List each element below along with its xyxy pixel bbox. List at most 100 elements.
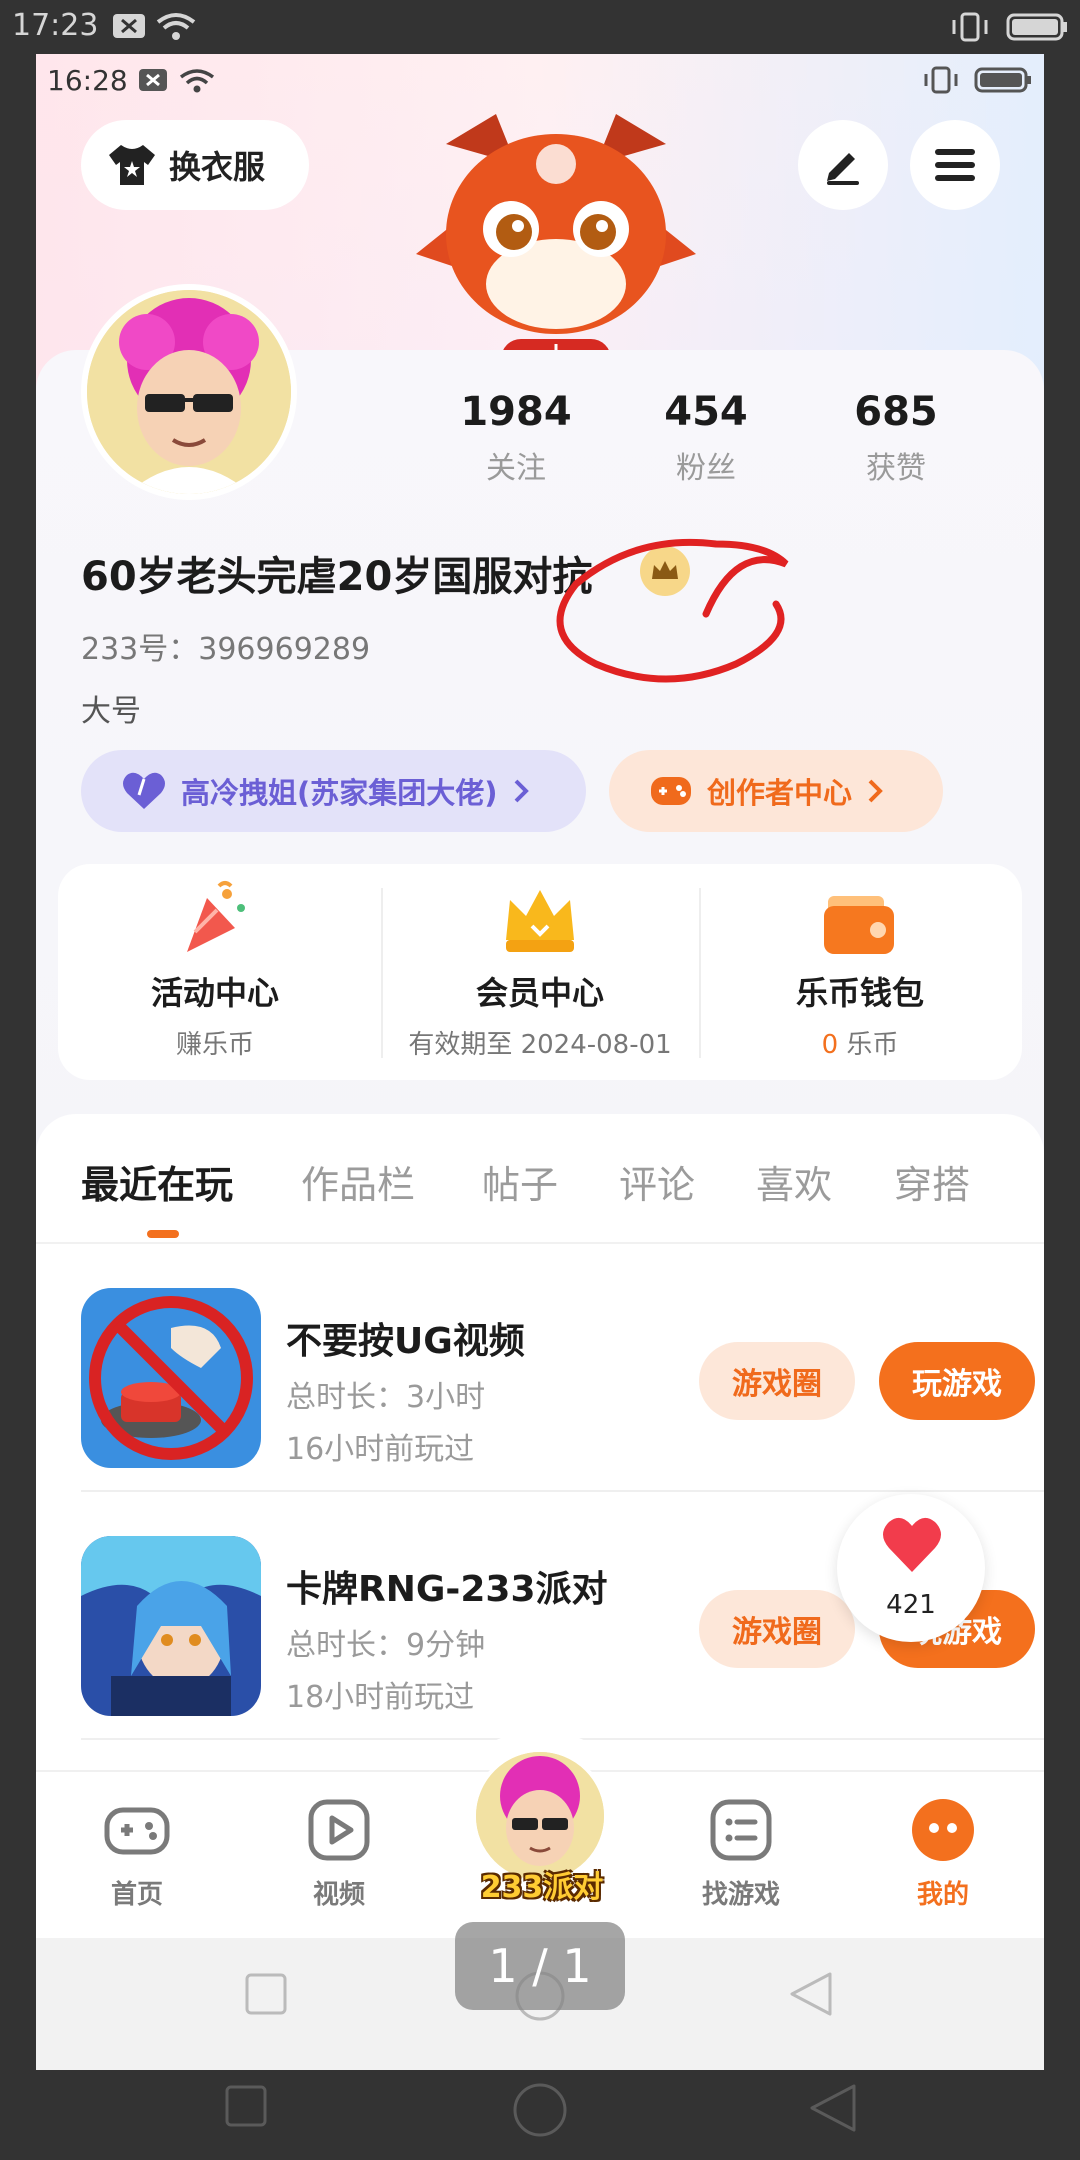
profile-uid: 233号：396969289 (81, 632, 371, 667)
nav-find-game-label: 找游戏 (701, 1880, 780, 1910)
nav-find-game[interactable]: 找游戏 (676, 1796, 806, 1911)
edit-profile-button[interactable] (798, 120, 888, 210)
vip-center-title: 会员中心 (475, 974, 604, 1012)
activity-center-entry[interactable]: 活动中心 赚乐币 (58, 864, 372, 1080)
nav-me[interactable]: 我的 (878, 1796, 1008, 1911)
vip-center-entry[interactable]: 会员中心 有效期至 2024-08-01 (383, 864, 697, 1080)
app-screen: 16:28 换衣服 1984 关注 454 粉丝 685 获赞 60岁老头完虐2… (36, 54, 1044, 2070)
chevron-right-icon (514, 779, 529, 803)
notification-icon (139, 69, 167, 91)
stat-likes-label: 获赞 (866, 451, 926, 486)
change-outfit-label: 换衣服 (169, 148, 266, 186)
back-triangle-icon[interactable] (808, 2082, 858, 2134)
like-count: 421 (886, 1590, 936, 1620)
stat-likes[interactable]: 685 获赞 (816, 389, 976, 487)
inner-status-bar: 16:28 (36, 54, 1044, 108)
wifi-icon (179, 69, 215, 93)
back-triangle-icon[interactable] (788, 1970, 834, 2018)
tab-recent-played[interactable]: 最近在玩 (81, 1154, 233, 1209)
profile-signature: 大号 (81, 694, 141, 729)
nav-home[interactable]: 首页 (72, 1796, 202, 1911)
notification-icon (113, 14, 145, 38)
relationship-tag-button[interactable]: 高冷拽姐(苏家集团大佬) (81, 750, 586, 832)
heart-icon (883, 1517, 941, 1572)
creator-center-button[interactable]: 创作者中心 (609, 750, 943, 832)
vibrate-icon (952, 12, 988, 42)
game-circle-button[interactable]: 游戏圈 (699, 1590, 855, 1668)
stat-following[interactable]: 1984 关注 (436, 389, 596, 487)
active-tab-indicator (147, 1230, 179, 1238)
tab-works[interactable]: 作品栏 (301, 1154, 415, 1209)
nav-me-label: 我的 (916, 1880, 969, 1910)
stat-following-label: 关注 (486, 451, 546, 486)
nav-video-label: 视频 (312, 1880, 365, 1910)
divider (699, 888, 701, 1058)
inner-status-time: 16:28 (47, 64, 128, 97)
game-duration: 总时长：3小时 (286, 1380, 486, 1415)
menu-icon (935, 149, 975, 181)
stat-fans[interactable]: 454 粉丝 (626, 389, 786, 487)
content-panel: 最近在玩 作品栏 帖子 评论 喜欢 穿搭 不要按UG视频 总时长：3小时 16小… (36, 1114, 1044, 1834)
nav-home-label: 首页 (110, 1880, 163, 1910)
outer-status-bar: 17:23 (0, 0, 1080, 54)
recent-apps-icon[interactable] (224, 2084, 268, 2128)
profile-nickname: 60岁老头完虐20岁国服对抗 (81, 554, 593, 600)
tab-comments[interactable]: 评论 (619, 1154, 695, 1209)
battery-icon (974, 67, 1031, 93)
game-title: 不要按UG视频 (286, 1321, 525, 1362)
shirt-icon (109, 145, 155, 185)
game-title: 卡牌RNG-233派对 (286, 1569, 608, 1610)
gamepad-icon (651, 777, 691, 805)
red-annotation-circle (556, 538, 789, 683)
chevron-right-icon (868, 779, 883, 803)
tab-outfits[interactable]: 穿搭 (894, 1154, 970, 1209)
wallet-sub: 0 乐币 (703, 1024, 1017, 1061)
wifi-icon (156, 13, 196, 40)
list-icon (710, 1799, 772, 1861)
game-duration: 总时长：9分钟 (286, 1628, 486, 1663)
change-outfit-button[interactable]: 换衣服 (81, 120, 309, 210)
party-logo-text: 233派对 (480, 1870, 604, 1905)
stat-following-value: 1984 (460, 389, 572, 435)
wallet-title: 乐币钱包 (795, 974, 924, 1012)
outer-status-time: 17:23 (12, 8, 99, 43)
battery-icon (1006, 13, 1067, 41)
wallet-icon (824, 896, 894, 954)
game-list-item[interactable]: 不要按UG视频 总时长：3小时 16小时前玩过 游戏圈 玩游戏 (81, 1244, 1044, 1492)
service-center-card: 活动中心 赚乐币 会员中心 有效期至 2024-08-01 乐币钱包 0 乐币 (58, 864, 1022, 1080)
game-last-played: 16小时前玩过 (286, 1432, 475, 1467)
user-avatar[interactable] (81, 284, 297, 500)
like-float-button[interactable]: 421 (837, 1494, 985, 1642)
wallet-entry[interactable]: 乐币钱包 0 乐币 (703, 864, 1017, 1080)
smile-face-icon (912, 1799, 974, 1861)
stat-fans-label: 粉丝 (676, 451, 736, 486)
vibrate-icon (924, 66, 958, 94)
menu-button[interactable] (910, 120, 1000, 210)
party-popper-icon (187, 881, 245, 952)
crown-icon (506, 890, 574, 952)
activity-center-title: 活动中心 (150, 974, 279, 1012)
wallet-unit: 乐币 (846, 1030, 899, 1060)
profile-tabs: 最近在玩 作品栏 帖子 评论 喜欢 穿搭 (36, 1114, 1044, 1244)
home-circle-icon[interactable] (512, 2082, 568, 2138)
game-icon (81, 1288, 261, 1468)
gamepad-icon (104, 1807, 170, 1855)
nav-video[interactable]: 视频 (274, 1796, 404, 1911)
relationship-tag-label: 高冷拽姐(苏家集团大佬) (181, 776, 498, 810)
heart-link-icon (123, 772, 165, 809)
vip-center-sub: 有效期至 2024-08-01 (408, 1030, 672, 1060)
tab-likes[interactable]: 喜欢 (756, 1154, 832, 1209)
game-icon (81, 1536, 261, 1716)
play-video-icon (308, 1799, 370, 1861)
tab-posts[interactable]: 帖子 (482, 1154, 558, 1209)
activity-center-sub: 赚乐币 (175, 1030, 254, 1060)
play-game-button[interactable]: 玩游戏 (879, 1342, 1035, 1420)
outer-system-navigation (0, 2070, 1080, 2160)
game-circle-button[interactable]: 游戏圈 (699, 1342, 855, 1420)
recent-apps-icon[interactable] (244, 1972, 288, 2016)
page-indicator: 1 / 1 (455, 1922, 625, 2010)
creator-center-label: 创作者中心 (707, 776, 853, 810)
wallet-balance: 0 (821, 1030, 839, 1060)
stat-fans-value: 454 (664, 389, 748, 435)
game-last-played: 18小时前玩过 (286, 1680, 475, 1715)
